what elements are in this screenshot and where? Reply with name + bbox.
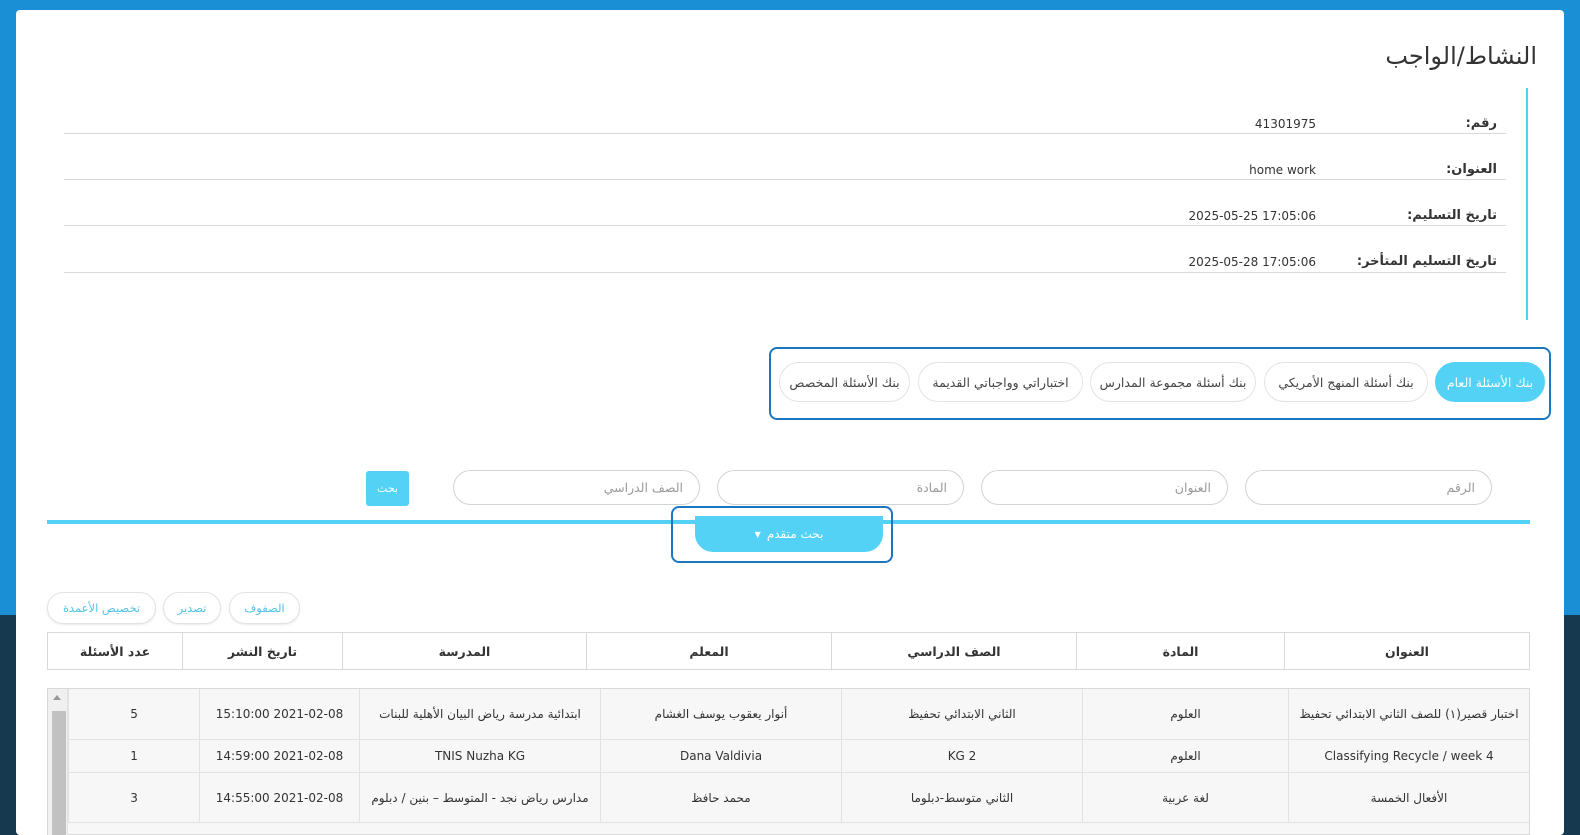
scroll-thumb[interactable] [52, 711, 66, 835]
tab-school-group-bank[interactable]: بنك أسئلة مجموعة المدارس [1090, 362, 1256, 402]
export-button[interactable]: تصدير [163, 592, 221, 624]
vertical-scrollbar[interactable] [48, 689, 68, 835]
detail-value: 41301975 [1254, 117, 1316, 131]
cell-teacher: محمد حافظ [600, 773, 841, 822]
detail-value: 2025-05-25 17:05:06 [1188, 209, 1316, 223]
cell-question-count: 1 [68, 740, 199, 772]
column-header-question-count[interactable]: عدد الأسئلة [48, 633, 182, 669]
main-panel: النشاط/الواجب رقم: 41301975 العنوان: hom… [16, 10, 1564, 835]
rows-button[interactable]: الصفوف [229, 592, 300, 624]
detail-label: العنوان: [1446, 162, 1497, 177]
cell-publish-date: 2021-02-08 14:55:00 [199, 773, 359, 822]
column-header-subject[interactable]: المادة [1076, 633, 1284, 669]
cell-question-count: 5 [68, 689, 199, 739]
detail-row-number: رقم: 41301975 [64, 88, 1506, 134]
cell-title: اختبار قصير(١) للصف الثاني الابتدائي تحف… [1288, 689, 1529, 739]
cell-teacher: Dana Valdivia [600, 740, 841, 772]
detail-label: رقم: [1465, 116, 1497, 131]
subject-search-input[interactable] [717, 470, 964, 505]
cell-school: ابتدائية مدرسة رياض البيان الأهلية للبنا… [359, 689, 600, 739]
cell-teacher: أنوار يعقوب يوسف الغشام [600, 689, 841, 739]
cell-title: Classifying Recycle / week 4 [1288, 740, 1529, 772]
number-search-input[interactable] [1245, 470, 1492, 505]
column-header-title[interactable]: العنوان [1284, 633, 1529, 669]
search-button[interactable]: بحث [366, 471, 409, 506]
cell-title: الأفعال الخمسة [1288, 773, 1529, 822]
detail-row-title: العنوان: home work [64, 134, 1506, 180]
detail-label: تاريخ التسليم المتأخر: [1356, 254, 1497, 269]
column-header-publish-date[interactable]: تاريخ النشر [182, 633, 342, 669]
title-search-input[interactable] [981, 470, 1228, 505]
advanced-search-label: بحث متقدم [766, 527, 824, 541]
cell-subject: العلوم [1082, 689, 1288, 739]
tab-old-exams-homework[interactable]: اختباراتي وواجباتي القديمة [918, 362, 1083, 402]
details-section: رقم: 41301975 العنوان: home work تاريخ ا… [64, 88, 1528, 320]
cell-question-count: 3 [68, 773, 199, 822]
table-body: اختبار قصير(١) للصف الثاني الابتدائي تحف… [47, 688, 1530, 835]
tab-custom-question-bank[interactable]: بنك الأسئلة المخصص [779, 362, 910, 402]
detail-label: تاريخ التسليم: [1407, 208, 1497, 223]
customize-columns-button[interactable]: تخصيص الأعمدة [47, 592, 156, 624]
table-row[interactable]: الأفعال الخمسة لغة عربية الثاني متوسط-دب… [48, 773, 1529, 823]
cell-grade: KG 2 [841, 740, 1082, 772]
caret-down-icon: ▼ [754, 529, 761, 539]
cell-school: TNIS Nuzha KG [359, 740, 600, 772]
cell-school: مدارس رياض نجد - المتوسط – بنين / دبلوم [359, 773, 600, 822]
column-header-teacher[interactable]: المعلم [586, 633, 831, 669]
cell-grade: الثاني متوسط-دبلوما [841, 773, 1082, 822]
tab-american-curriculum-bank[interactable]: بنك أسئلة المنهج الأمريكي [1264, 362, 1428, 402]
cell-publish-date: 2021-02-08 14:59:00 [199, 740, 359, 772]
grade-search-input[interactable] [453, 470, 700, 505]
cell-subject: العلوم [1082, 740, 1288, 772]
table-row[interactable]: Classifying Recycle / week 4 العلوم KG 2… [48, 740, 1529, 773]
table-header: العنوان المادة الصف الدراسي المعلم المدر… [47, 632, 1530, 670]
detail-row-late-due-date: تاريخ التسليم المتأخر: 2025-05-28 17:05:… [64, 226, 1506, 273]
page-title: النشاط/الواجب [1385, 42, 1537, 70]
column-header-grade[interactable]: الصف الدراسي [831, 633, 1076, 669]
advanced-search-button[interactable]: بحث متقدم ▼ [695, 516, 883, 552]
column-header-school[interactable]: المدرسة [342, 633, 586, 669]
detail-row-due-date: تاريخ التسليم: 2025-05-25 17:05:06 [64, 180, 1506, 226]
scroll-up-arrow-icon[interactable] [53, 695, 61, 700]
tab-general-question-bank[interactable]: بنك الأسئلة العام [1435, 362, 1545, 402]
cell-grade: الثاني الابتدائي تحفيظ [841, 689, 1082, 739]
cell-subject: لغة عربية [1082, 773, 1288, 822]
table-row[interactable]: اختبار قصير(١) للصف الثاني الابتدائي تحف… [48, 689, 1529, 740]
cell-publish-date: 2021-02-08 15:10:00 [199, 689, 359, 739]
detail-value: home work [1249, 163, 1316, 177]
detail-value: 2025-05-28 17:05:06 [1188, 255, 1316, 269]
